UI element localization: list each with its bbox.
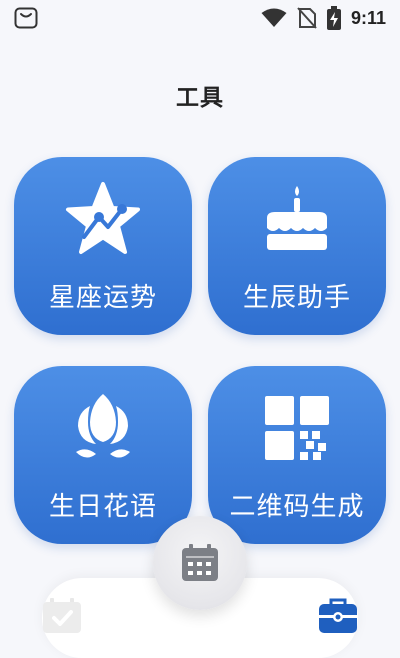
status-bar: 9:11: [0, 0, 400, 36]
calendar-check-icon: [43, 598, 81, 633]
tool-tile-birthday[interactable]: 生辰助手: [208, 157, 386, 335]
tool-label: 二维码生成: [229, 492, 365, 522]
nav-tab-tools[interactable]: [318, 598, 358, 634]
tool-tile-flower[interactable]: 生日花语: [14, 366, 192, 544]
lotus-flower-icon: [76, 394, 130, 458]
tool-tile-qrcode[interactable]: 二维码生成: [208, 366, 386, 544]
qr-code-icon: [265, 396, 329, 460]
toolbox-icon: [319, 598, 357, 633]
page-title: 工具: [176, 85, 224, 111]
star-chart-icon: [66, 182, 140, 254]
nav-tab-checkin[interactable]: [42, 598, 82, 634]
status-icons: 9:11: [261, 6, 386, 30]
tool-label: 星座运势: [48, 283, 157, 313]
no-sim-icon: [297, 7, 317, 29]
tool-label: 生辰助手: [242, 283, 351, 313]
calendar-fab-button[interactable]: [153, 516, 247, 610]
calendar-icon: [182, 544, 218, 581]
birthday-cake-icon: [267, 186, 327, 250]
tool-tile-horoscope[interactable]: 星座运势: [14, 157, 192, 335]
battery-charging-icon: [326, 6, 341, 30]
tool-label: 生日花语: [48, 492, 157, 522]
app-notification-icon: [14, 7, 38, 29]
wifi-icon: [261, 8, 287, 27]
status-time: 9:11: [350, 7, 386, 28]
